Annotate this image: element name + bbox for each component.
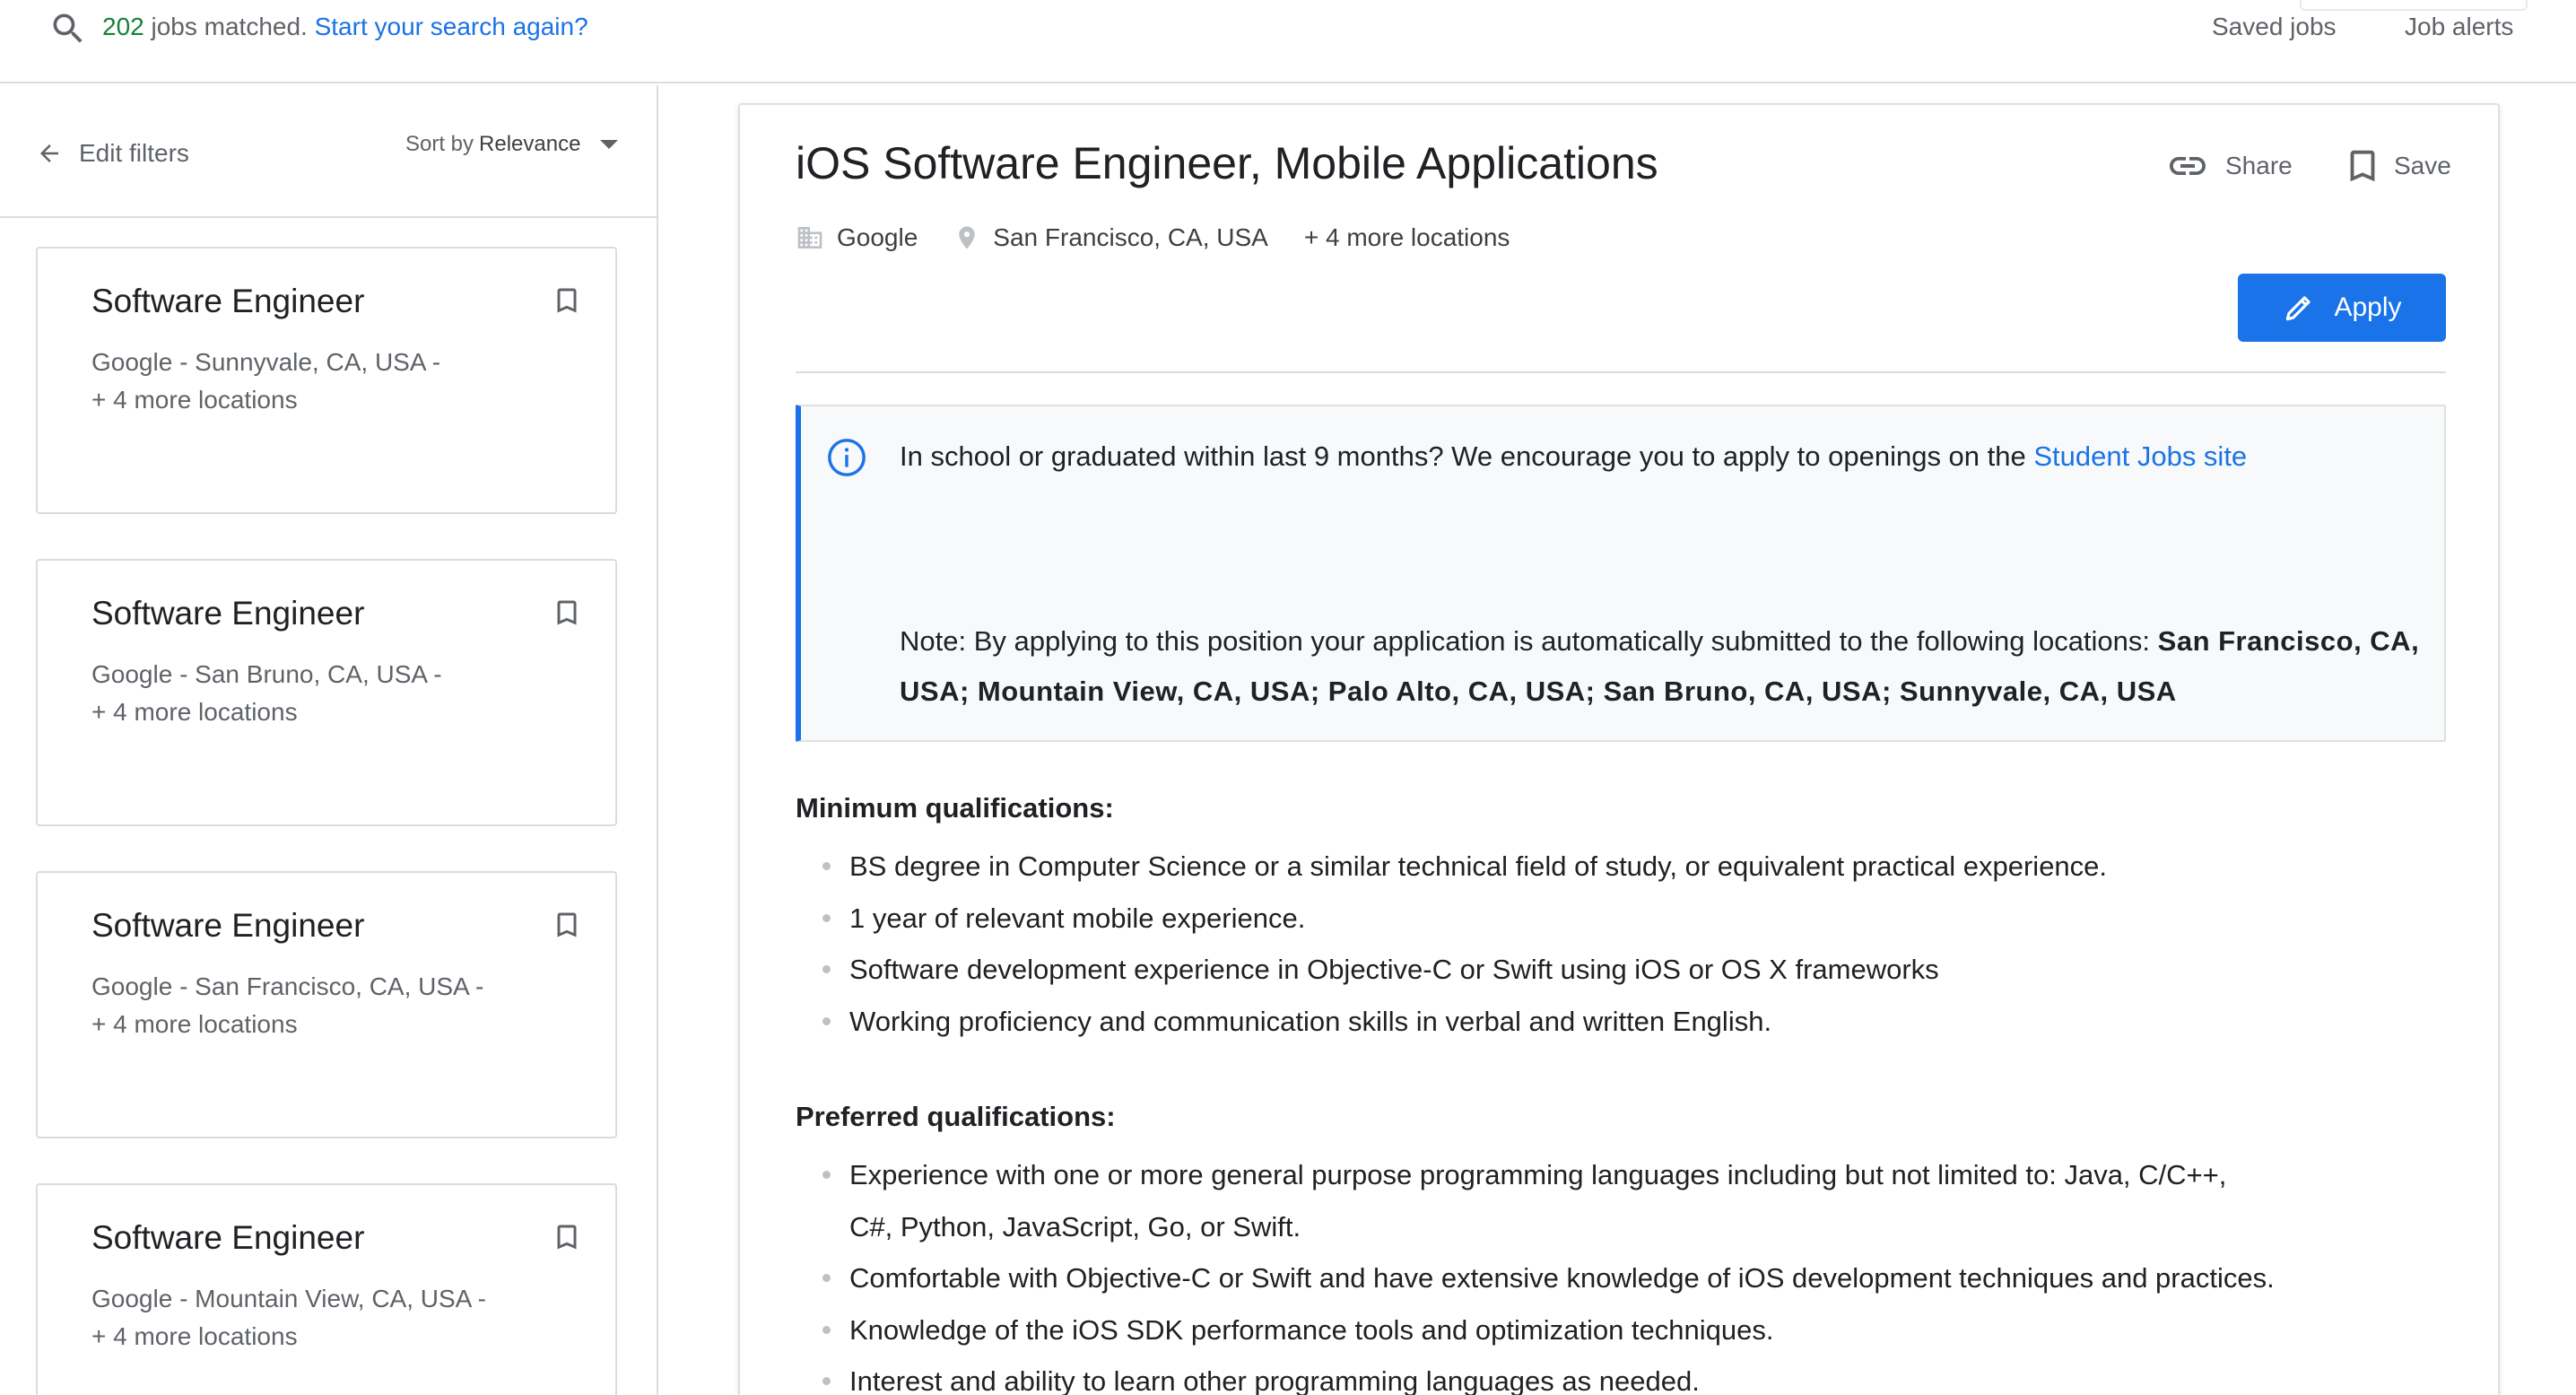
info-icon xyxy=(828,439,866,476)
edit-filters-label: Edit filters xyxy=(79,139,189,167)
company: Google xyxy=(796,223,918,252)
pencil-icon xyxy=(2286,296,2311,321)
result-location-text: Google - Mountain View, CA, USA - xyxy=(91,1285,486,1312)
list-item: Working proficiency and communication sk… xyxy=(796,996,2446,1048)
jobs-matched-label: jobs matched. xyxy=(144,13,315,40)
share-button[interactable]: Share xyxy=(2166,144,2293,187)
divider xyxy=(796,371,2446,373)
sort-by-label: Sort by xyxy=(405,132,474,156)
list-item: BS degree in Computer Science or a simil… xyxy=(796,841,2446,893)
list-item: Knowledge of the iOS SDK performance too… xyxy=(796,1304,2249,1356)
result-more-locations: + 4 more locations xyxy=(91,1322,298,1350)
preferred-qualifications-heading: Preferred qualifications: xyxy=(796,1101,1116,1132)
result-location-text: Google - San Bruno, CA, USA - xyxy=(91,660,442,688)
job-title: iOS Software Engineer, Mobile Applicatio… xyxy=(796,138,1658,188)
save-label: Save xyxy=(2394,152,2451,179)
job-result-card[interactable]: Software Engineer Google - Sunnyvale, CA… xyxy=(36,247,617,514)
preferred-qualifications-list: Experience with one or more general purp… xyxy=(796,1149,2275,1395)
list-item: Software development experience in Objec… xyxy=(796,944,2446,996)
min-qualifications-list: BS degree in Computer Science or a simil… xyxy=(796,841,2446,1047)
link-icon xyxy=(2170,157,2206,175)
result-more-locations: + 4 more locations xyxy=(91,1010,298,1038)
share-label: Share xyxy=(2225,152,2293,179)
result-location: Google - Sunnyvale, CA, USA - + 4 more l… xyxy=(91,344,440,419)
bookmark-icon[interactable] xyxy=(551,1219,583,1255)
job-result-card[interactable]: Software Engineer Google - San Bruno, CA… xyxy=(36,559,617,826)
apply-label: Apply xyxy=(2334,292,2402,322)
jobs-matched-text: 202 jobs matched. Start your search agai… xyxy=(102,9,588,45)
results-sidebar: Edit filters Sort by Relevance Software … xyxy=(0,85,658,1395)
search-icon[interactable] xyxy=(48,9,88,48)
result-more-locations: + 4 more locations xyxy=(91,698,298,726)
result-location-text: Google - Sunnyvale, CA, USA - xyxy=(91,348,441,376)
result-title: Software Engineer xyxy=(91,283,365,319)
saved-jobs-link[interactable]: Saved jobs xyxy=(2212,9,2337,45)
locations-note-prefix: Note: By applying to this position your … xyxy=(900,625,2158,657)
top-bar: 202 jobs matched. Start your search agai… xyxy=(0,0,2576,83)
bookmark-icon[interactable] xyxy=(551,283,583,318)
min-qualifications-heading: Minimum qualifications: xyxy=(796,792,1114,824)
job-detail-panel: iOS Software Engineer, Mobile Applicatio… xyxy=(738,103,2500,1395)
result-location: Google - San Bruno, CA, USA - + 4 more l… xyxy=(91,656,442,731)
bookmark-icon[interactable] xyxy=(551,907,583,943)
job-result-card[interactable]: Software Engineer Google - Mountain View… xyxy=(36,1183,617,1395)
start-search-again-link[interactable]: Start your search again? xyxy=(315,13,588,40)
caret-down-icon xyxy=(600,140,619,149)
building-icon xyxy=(797,227,822,248)
job-meta: Google San Francisco, CA, USA + 4 more l… xyxy=(796,220,1545,256)
job-alerts-link[interactable]: Job alerts xyxy=(2405,9,2513,45)
student-notice-text: In school or graduated within last 9 mon… xyxy=(900,437,2247,476)
apply-button[interactable]: Apply xyxy=(2238,274,2446,342)
edit-filters-button[interactable]: Edit filters xyxy=(36,135,189,171)
bookmark-icon[interactable] xyxy=(551,595,583,631)
filter-bar: Edit filters Sort by Relevance xyxy=(0,85,657,218)
jobs-count: 202 xyxy=(102,13,144,40)
result-more-locations: + 4 more locations xyxy=(91,386,298,414)
location-pin-icon xyxy=(959,226,976,249)
result-location-text: Google - San Francisco, CA, USA - xyxy=(91,972,484,1000)
more-locations-link[interactable]: + 4 more locations xyxy=(1304,223,1510,252)
result-title: Software Engineer xyxy=(91,1219,365,1256)
list-item: Comfortable with Objective-C or Swift an… xyxy=(796,1252,2374,1304)
job-result-card[interactable]: Software Engineer Google - San Francisco… xyxy=(36,871,617,1138)
list-item: 1 year of relevant mobile experience. xyxy=(796,893,2446,945)
arrow-left-icon xyxy=(40,144,58,162)
list-item: Interest and ability to learn other prog… xyxy=(796,1356,2249,1395)
job-location-text: San Francisco, CA, USA xyxy=(993,223,1268,251)
bookmark-icon xyxy=(2350,150,2375,182)
company-name: Google xyxy=(837,223,918,251)
save-button[interactable]: Save xyxy=(2342,144,2451,187)
result-title: Software Engineer xyxy=(91,907,365,944)
job-location: San Francisco, CA, USA xyxy=(953,223,1268,252)
locations-note: Note: By applying to this position your … xyxy=(900,616,2433,717)
student-jobs-link[interactable]: Student Jobs site xyxy=(2033,440,2247,472)
list-item: Experience with one or more general purp… xyxy=(796,1149,2249,1252)
sort-dropdown[interactable]: Sort by Relevance xyxy=(405,132,619,157)
sort-by-value: Relevance xyxy=(479,132,581,156)
student-notice: In school or graduated within last 9 mon… xyxy=(796,405,2446,742)
result-title: Software Engineer xyxy=(91,595,365,632)
student-notice-message: In school or graduated within last 9 mon… xyxy=(900,440,2034,472)
result-location: Google - Mountain View, CA, USA - + 4 mo… xyxy=(91,1280,486,1356)
result-location: Google - San Francisco, CA, USA - + 4 mo… xyxy=(91,968,483,1043)
